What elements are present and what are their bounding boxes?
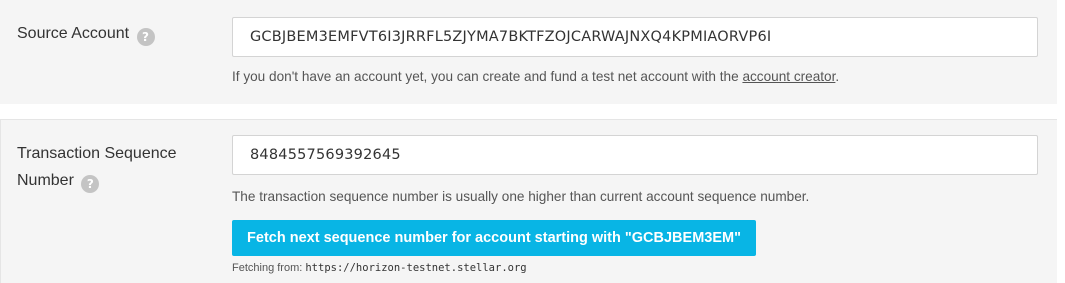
source-account-hint-suffix: . <box>835 69 840 84</box>
horizon-url: https://horizon-testnet.stellar.org <box>305 262 527 274</box>
source-account-label: Source Account ? <box>17 20 155 47</box>
sequence-number-hint: The transaction sequence number is usual… <box>232 189 810 204</box>
fetching-from-label: Fetching from: <box>232 262 306 274</box>
source-account-hint: If you don't have an account yet, you ca… <box>232 69 839 84</box>
source-account-section: Source Account ? If you don't have an ac… <box>0 0 1057 104</box>
fetching-from-note: Fetching from: https://horizon-testnet.s… <box>232 262 527 274</box>
source-account-input[interactable] <box>232 17 1038 57</box>
sequence-number-label-line1: Transaction Sequence <box>17 145 177 162</box>
source-account-label-text: Source Account <box>17 25 130 42</box>
account-creator-link[interactable]: account creator <box>742 69 835 84</box>
sequence-number-label-line2: Number <box>17 172 74 189</box>
source-account-hint-text: If you don't have an account yet, you ca… <box>232 69 743 84</box>
sequence-number-label: Transaction Sequence Number ? <box>17 140 177 194</box>
fetch-sequence-button[interactable]: Fetch next sequence number for account s… <box>232 220 756 256</box>
question-mark-icon[interactable]: ? <box>81 175 100 193</box>
sequence-number-input[interactable] <box>232 135 1038 175</box>
question-mark-icon[interactable]: ? <box>136 28 155 46</box>
